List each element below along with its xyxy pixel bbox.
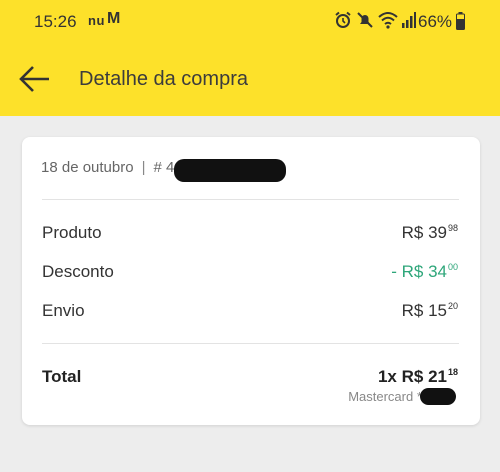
app-bar: Detalhe da compra	[0, 42, 500, 116]
divider	[42, 199, 459, 200]
status-bar: 15:26 nu M 66%	[0, 0, 500, 42]
purchase-detail-card: 18 de outubro | # 4 Produto R$ 3998 Descon…	[22, 137, 480, 425]
order-date: 18 de outubro	[41, 159, 134, 176]
order-separator: |	[141, 159, 146, 176]
back-button[interactable]	[18, 64, 52, 94]
order-number: # 4	[153, 159, 175, 176]
shipping-label: Envio	[42, 301, 85, 320]
total-label: Total	[42, 367, 82, 386]
nubank-notification-icon: nu	[88, 13, 105, 28]
redaction-mark	[174, 159, 286, 182]
product-label: Produto	[42, 223, 102, 242]
page-title: Detalhe da compra	[79, 68, 248, 90]
signal-icon	[402, 11, 416, 34]
battery-icon	[456, 12, 465, 35]
redaction-mark	[420, 388, 456, 405]
product-value: R$ 3998	[401, 223, 458, 242]
order-info: 18 de outubro | # 4	[41, 159, 174, 176]
shipping-value: R$ 1520	[401, 301, 458, 320]
arrow-left-icon	[19, 66, 49, 92]
divider	[42, 343, 459, 344]
status-time: 15:26	[34, 12, 77, 31]
total-value: 1x R$ 2118	[377, 367, 458, 386]
wifi-icon	[378, 11, 398, 34]
mail-notification-icon: M	[107, 10, 121, 27]
battery-percent: 66%	[418, 12, 453, 31]
alarm-icon	[334, 11, 352, 34]
discount-label: Desconto	[42, 262, 114, 281]
discount-value: - R$ 3400	[391, 262, 458, 281]
mute-icon	[356, 11, 374, 34]
